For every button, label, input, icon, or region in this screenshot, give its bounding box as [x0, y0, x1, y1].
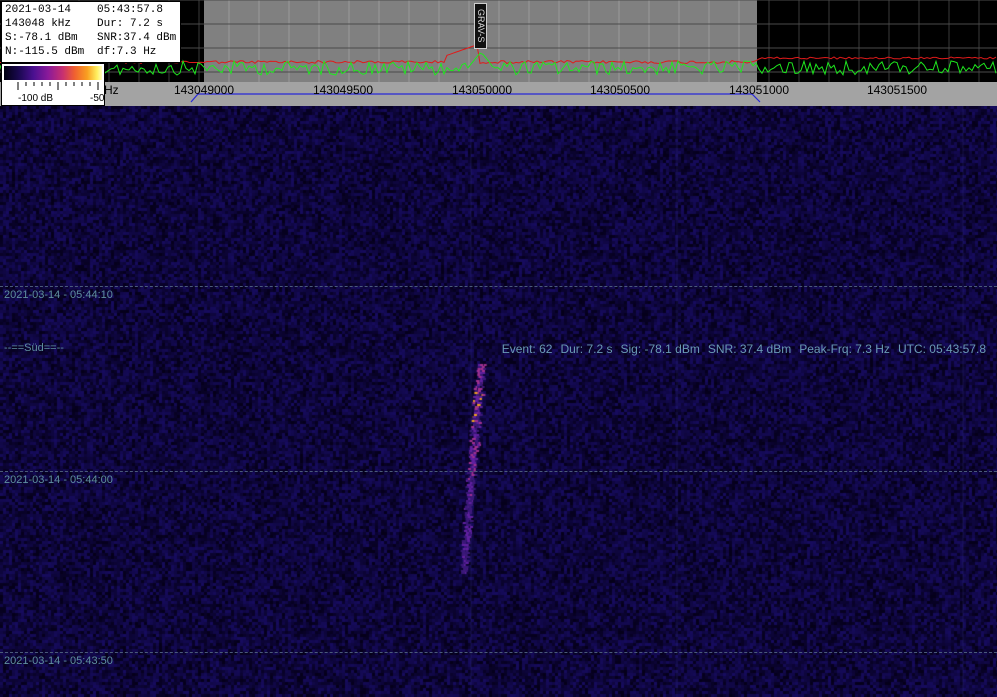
info-duration: Dur: 7.2 s	[97, 18, 164, 30]
colorbar-max-label: -50	[90, 93, 105, 104]
time-label: 2021-03-14 - 05:44:00	[4, 474, 113, 486]
time-gridline	[0, 652, 997, 653]
station-name: --==Süd==--	[4, 342, 64, 354]
waterfall-canvas	[0, 106, 997, 697]
event-signal: Sig: -78.1 dBm	[620, 342, 700, 356]
event-info: Event: 62 Dur: 7.2 s Sig: -78.1 dBm SNR: 37…	[494, 342, 986, 356]
time-gridline	[0, 286, 997, 287]
frequency-tick-label: 143049500	[312, 83, 374, 97]
info-time: 05:43:57.8	[97, 4, 164, 16]
frequency-tick-label: 143050500	[589, 83, 651, 97]
info-noise: N:-115.5 dBm	[5, 46, 85, 58]
event-utc: UTC: 05:43:57.8	[897, 342, 986, 356]
colorbar-ticks	[17, 82, 99, 90]
frequency-tick-label: 143049000	[173, 83, 235, 97]
info-date: 2021-03-14	[5, 4, 72, 16]
colorbar-min-label: -100 dB	[18, 93, 54, 104]
event-number: Event: 62	[501, 342, 553, 356]
frequency-axis-unit: Hz	[104, 83, 119, 97]
measurement-info-box: 2021-03-14 05:43:57.8 143048 kHz Dur: 7.2 …	[1, 1, 181, 63]
event-snr: SNR: 37.4 dBm	[707, 342, 792, 356]
waterfall-display[interactable]: 2021-03-14 - 05:44:10 2021-03-14 - 05:44…	[0, 106, 997, 697]
frequency-axis[interactable]: Hz 143049000 143049500 143050000 1430505…	[0, 82, 997, 106]
event-duration: Dur: 7.2 s	[560, 342, 613, 356]
time-label: 2021-03-14 - 05:44:10	[4, 289, 113, 301]
event-peak-frequency: Peak-Frq: 7.3 Hz	[799, 342, 890, 356]
signal-marker[interactable]: GRAV-S	[474, 3, 487, 49]
frequency-tick-label: 143051000	[728, 83, 790, 97]
info-signal: S:-78.1 dBm	[5, 32, 78, 44]
info-df: df:7.3 Hz	[97, 46, 157, 58]
spectrum-panel[interactable]: GRAV-S 2021-03-14 05:43:57.8 143048 kHz Du…	[0, 0, 997, 82]
colorbar-legend: -100 dB -50	[1, 63, 105, 106]
signal-marker-label: GRAV-S	[476, 9, 486, 43]
time-label: 2021-03-14 - 05:43:50	[4, 655, 113, 667]
colorbar-gradient	[4, 66, 102, 80]
time-gridline	[0, 471, 997, 472]
info-snr: SNR:37.4 dBm	[97, 32, 177, 44]
frequency-tick-label: 143051500	[866, 83, 928, 97]
frequency-tick-label: 143050000	[451, 83, 513, 97]
info-frequency: 143048 kHz	[5, 18, 72, 30]
